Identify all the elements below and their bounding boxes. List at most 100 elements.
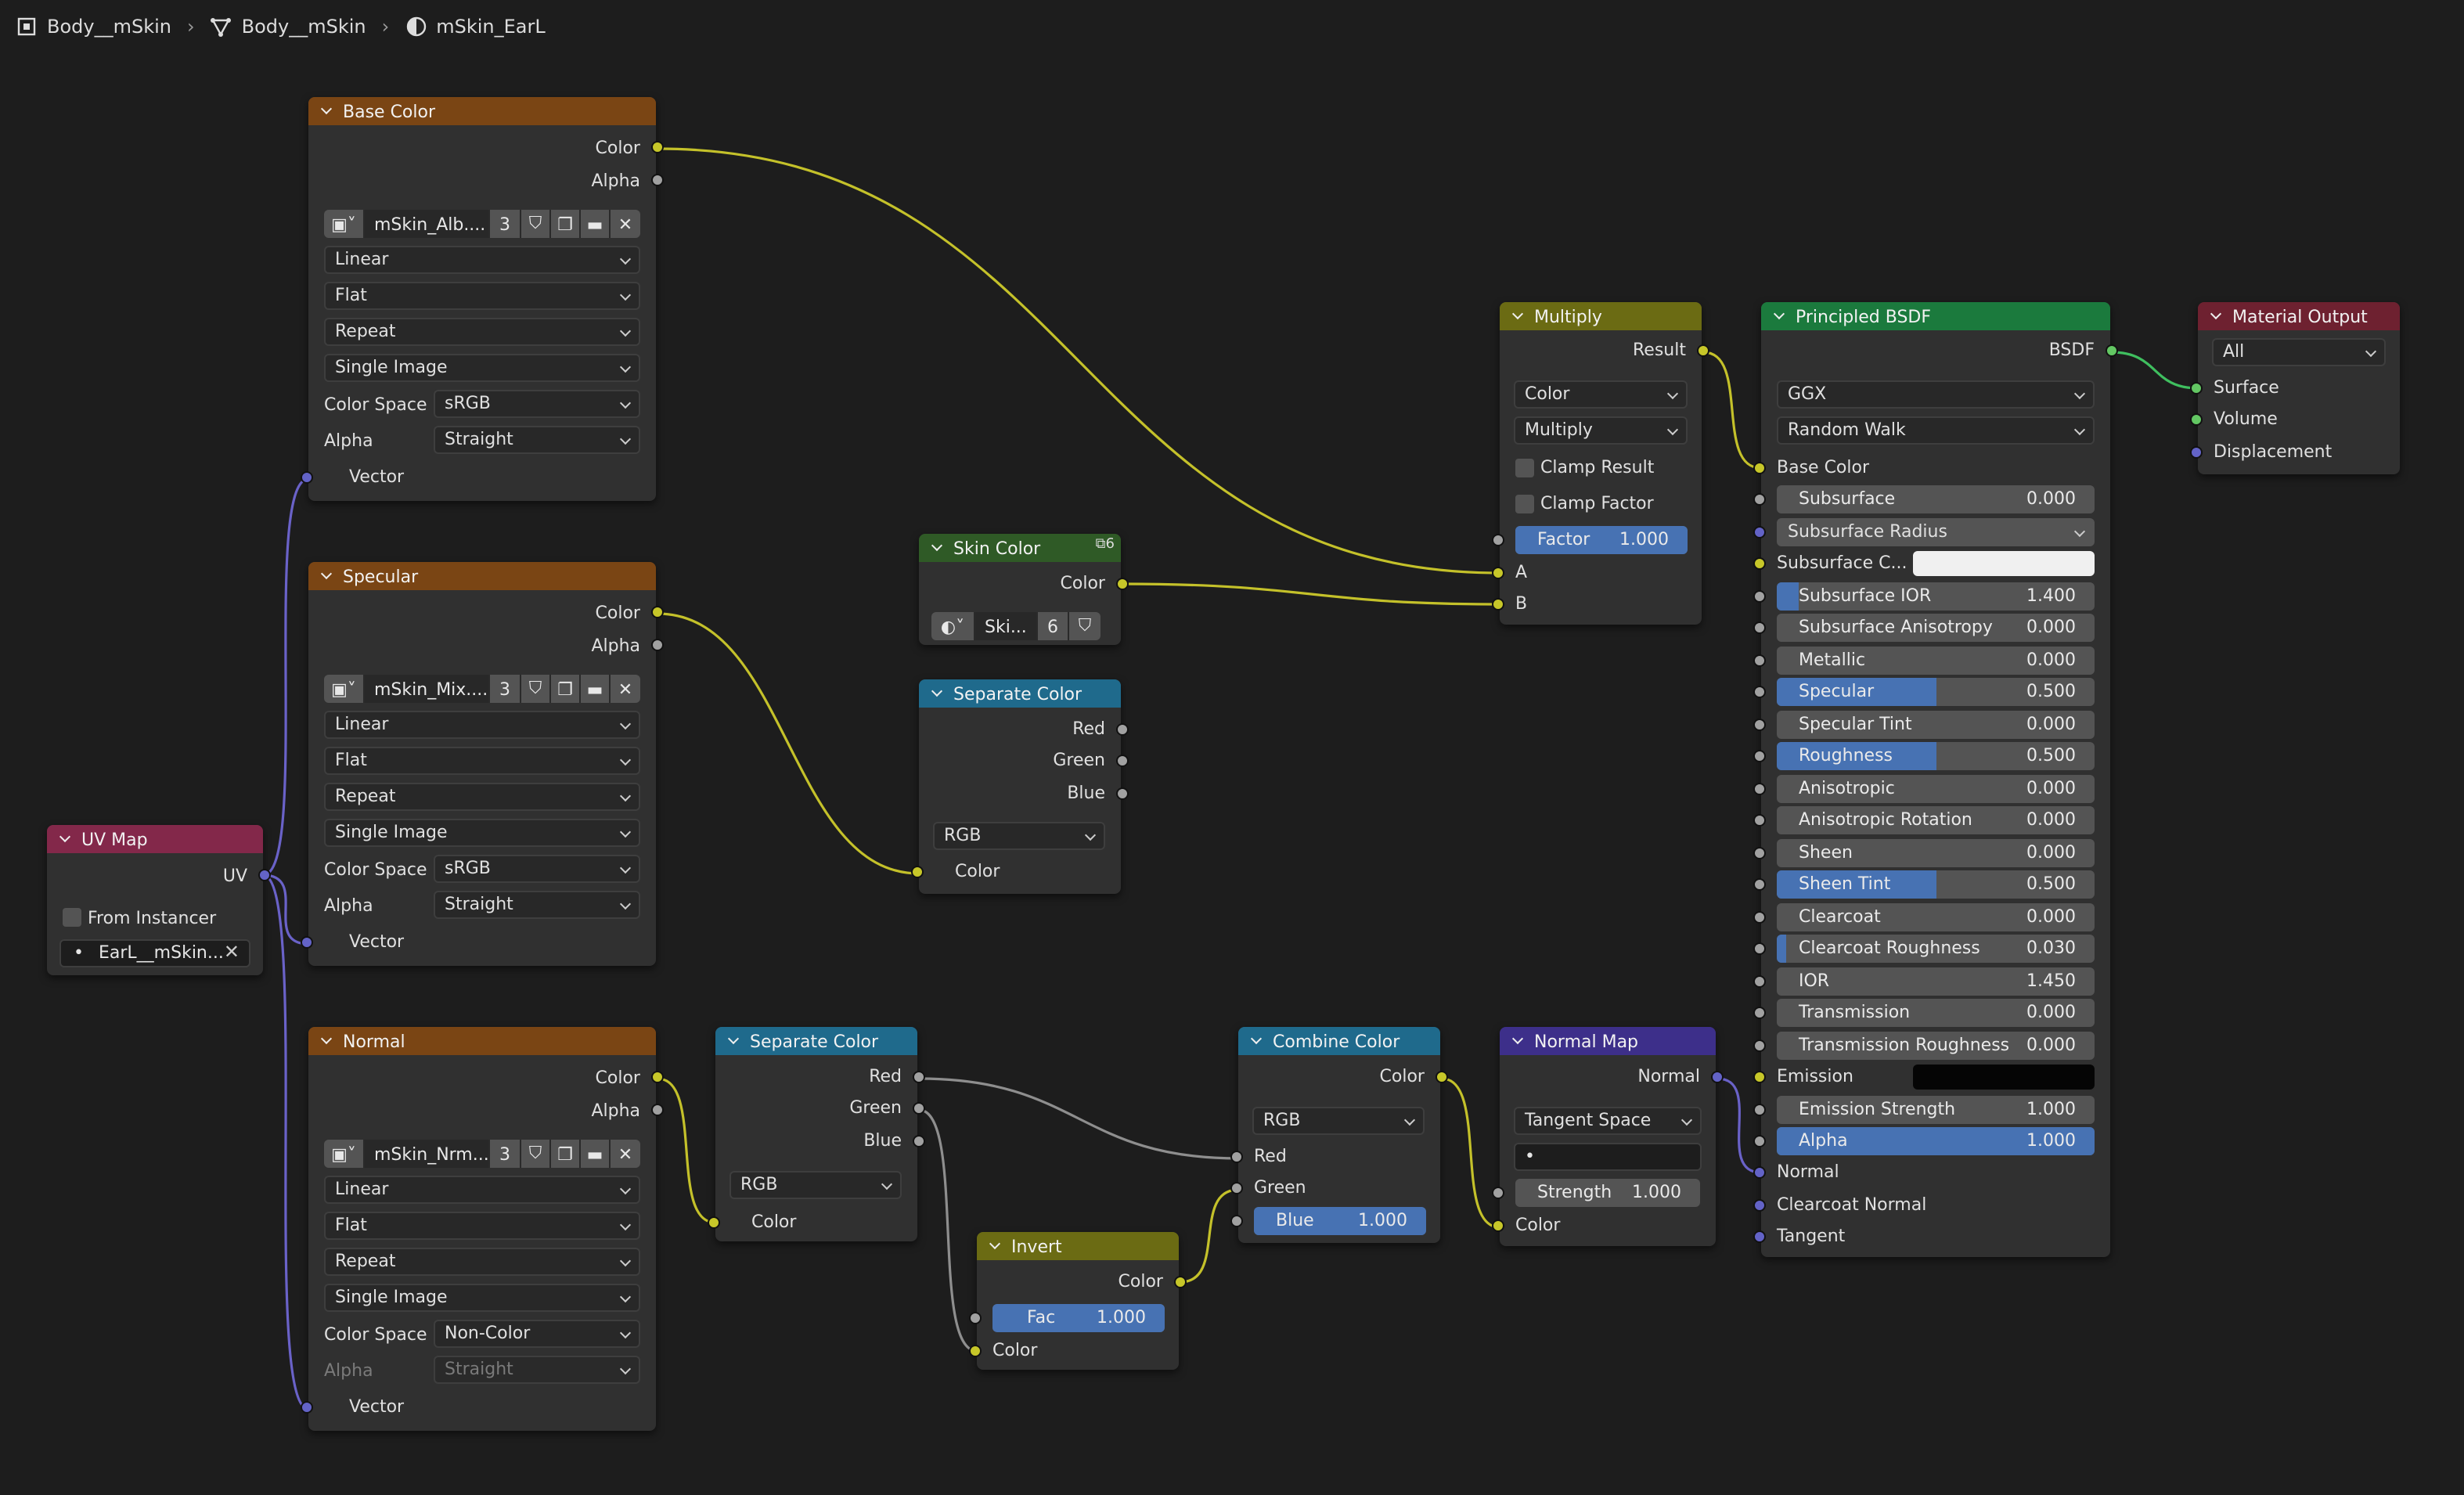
input-normal-socket[interactable] [1753, 1166, 1766, 1179]
interpolation-dropdown[interactable]: Linear [324, 711, 640, 739]
input-subsurface-socket[interactable] [1753, 493, 1766, 506]
node-header[interactable]: Normal Map [1500, 1027, 1716, 1055]
specular-tint-slider[interactable]: Specular Tint 0.000 [1777, 711, 2095, 739]
image-users[interactable]: 3 [490, 675, 521, 703]
node-separate-color-2[interactable]: Separate Color Red Green Blue RGB Color [708, 1027, 925, 1241]
fake-user-shield-icon[interactable]: ⛉ [521, 675, 551, 703]
clamp-factor-checkbox[interactable] [1515, 495, 1534, 513]
color-space-dropdown[interactable]: Non-Color [434, 1320, 640, 1348]
node-principled-bsdf[interactable]: Principled BSDF BSDF GGX Random Walk Bas… [1753, 302, 2118, 1257]
alpha-mode-dropdown[interactable]: Straight [434, 891, 640, 919]
collapse-chevron-icon[interactable] [989, 1240, 1002, 1252]
link-uv-to-base[interactable] [262, 477, 309, 877]
close-icon[interactable]: ✕ [611, 1140, 640, 1168]
output-blue-socket[interactable] [913, 1135, 925, 1147]
node-base-color[interactable]: Base Color Color Alpha ▣˅ mSkin_Alb.... … [301, 97, 664, 501]
clamp-result-checkbox[interactable] [1515, 459, 1534, 477]
input-subsurface-ior-socket[interactable] [1753, 590, 1766, 603]
input-subsurface-color-socket[interactable] [1753, 557, 1766, 570]
emission-color-swatch[interactable] [1913, 1065, 2095, 1090]
open-folder-icon[interactable]: ▬ [581, 210, 611, 238]
link-uv-to-specular[interactable] [262, 874, 309, 946]
input-specular-tint-socket[interactable] [1753, 719, 1766, 731]
input-metallic-socket[interactable] [1753, 654, 1766, 667]
collapse-chevron-icon[interactable] [931, 542, 944, 554]
clearcoat-roughness-slider[interactable]: Clearcoat Roughness 0.030 [1777, 935, 2095, 963]
alpha-mode-dropdown[interactable]: Straight [434, 426, 640, 454]
input-displacement-socket[interactable] [2190, 446, 2203, 459]
input-color-socket[interactable] [969, 1345, 982, 1357]
extension-dropdown[interactable]: Repeat [324, 318, 640, 346]
input-base-color-socket[interactable] [1753, 462, 1766, 474]
link-normal-tex-to-separate[interactable] [657, 1077, 716, 1224]
color-space-dropdown[interactable]: sRGB [434, 855, 640, 883]
node-header[interactable]: Multiply [1500, 302, 1702, 330]
link-invert-to-combine[interactable] [1180, 1188, 1239, 1284]
node-header[interactable]: Invert [977, 1232, 1179, 1260]
node-tree-browse-icon[interactable]: ◐˅ [931, 612, 975, 640]
subsurface-radius-field[interactable]: Subsurface Radius [1777, 518, 2095, 546]
extension-dropdown[interactable]: Repeat [324, 1248, 640, 1276]
output-result-socket[interactable] [1697, 344, 1709, 357]
input-transmission-socket[interactable] [1753, 1007, 1766, 1019]
output-alpha-socket[interactable] [651, 174, 664, 186]
collapse-chevron-icon[interactable] [59, 833, 72, 845]
mode-dropdown[interactable]: RGB [933, 822, 1105, 850]
uv-map-field[interactable]: • [1514, 1143, 1702, 1171]
strength-slider[interactable]: Strength 1.000 [1515, 1179, 1700, 1207]
fake-user-shield-icon[interactable]: ⛉ [1069, 612, 1101, 640]
factor-slider[interactable]: Factor 1.000 [1515, 526, 1688, 554]
node-material-output[interactable]: Material Output All Surface Volume Displ… [2190, 302, 2400, 474]
image-selector[interactable]: ▣˅ mSkin_Alb.... 3 ⛉ ❐ ▬ ✕ [324, 210, 640, 238]
collapse-chevron-icon[interactable] [1512, 1035, 1525, 1047]
input-clearcoat-roughness-socket[interactable] [1753, 942, 1766, 955]
mode-dropdown[interactable]: RGB [729, 1171, 902, 1199]
output-red-socket[interactable] [1116, 723, 1129, 736]
node-combine-color[interactable]: Combine Color Color RGB Red Green Blue 1… [1230, 1027, 1448, 1243]
specular-slider[interactable]: Specular 0.500 [1777, 678, 2095, 706]
input-a-socket[interactable] [1492, 567, 1504, 579]
input-vector-socket[interactable] [301, 471, 313, 484]
input-clearcoat-normal-socket[interactable] [1753, 1199, 1766, 1212]
alpha-slider[interactable]: Alpha 1.000 [1777, 1127, 2095, 1155]
anisotropic-rotation-slider[interactable]: Anisotropic Rotation 0.000 [1777, 806, 2095, 834]
input-green-socket[interactable] [1230, 1182, 1243, 1194]
projection-dropdown[interactable]: Flat [324, 747, 640, 775]
fac-slider[interactable]: Fac 1.000 [992, 1304, 1165, 1332]
collapse-chevron-icon[interactable] [728, 1035, 740, 1047]
output-blue-socket[interactable] [1116, 787, 1129, 800]
breadcrumb-mesh[interactable]: Body__mSkin [242, 16, 366, 38]
node-header[interactable]: Base Color [308, 97, 656, 125]
close-icon[interactable]: ✕ [611, 210, 640, 238]
close-icon[interactable]: ✕ [611, 675, 640, 703]
input-roughness-socket[interactable] [1753, 750, 1766, 762]
link-mix-to-bsdf[interactable] [1702, 351, 1762, 470]
input-volume-socket[interactable] [2190, 413, 2203, 426]
distribution-dropdown[interactable]: GGX [1777, 380, 2095, 409]
output-bsdf-socket[interactable] [2106, 344, 2118, 357]
roughness-slider[interactable]: Roughness 0.500 [1777, 742, 2095, 770]
image-name[interactable]: mSkin_Mix.... [365, 675, 490, 703]
target-dropdown[interactable]: All [2212, 338, 2386, 366]
input-surface-socket[interactable] [2190, 382, 2203, 394]
metallic-slider[interactable]: Metallic 0.000 [1777, 647, 2095, 675]
image-selector[interactable]: ▣˅ mSkin_Nrm.... 3 ⛉ ❐ ▬ ✕ [324, 1140, 640, 1168]
group-selector[interactable]: ◐˅ Ski... 6 ⛉ [931, 612, 1107, 640]
space-dropdown[interactable]: Tangent Space [1514, 1107, 1702, 1135]
subsurface-color-swatch[interactable] [1913, 551, 2095, 576]
input-alpha-socket[interactable] [1753, 1135, 1766, 1147]
output-normal-socket[interactable] [1711, 1071, 1724, 1083]
collapse-chevron-icon[interactable] [1251, 1035, 1263, 1047]
node-header[interactable]: Separate Color [715, 1027, 917, 1055]
collapse-chevron-icon[interactable] [321, 1035, 333, 1047]
subsurface-method-dropdown[interactable]: Random Walk [1777, 416, 2095, 445]
group-users[interactable]: 6 [1038, 612, 1069, 640]
input-ior-socket[interactable] [1753, 975, 1766, 988]
input-color-socket[interactable] [708, 1216, 720, 1229]
mode-dropdown[interactable]: RGB [1252, 1107, 1425, 1135]
breadcrumb-object[interactable]: Body__mSkin [47, 16, 171, 38]
node-invert[interactable]: Invert Color Fac 1.000 Color [969, 1232, 1187, 1370]
image-users[interactable]: 3 [490, 210, 521, 238]
input-emission-strength-socket[interactable] [1753, 1104, 1766, 1116]
node-multiply[interactable]: Multiply Result Color Multiply Clamp Res… [1492, 302, 1709, 625]
